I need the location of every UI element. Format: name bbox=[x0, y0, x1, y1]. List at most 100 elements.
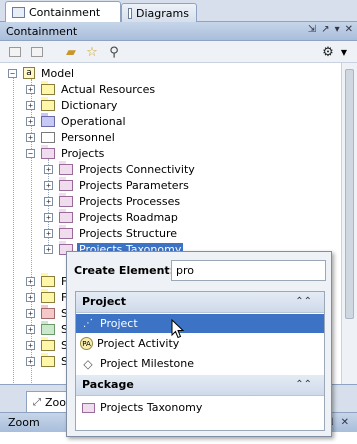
tab-bar: Containment Diagrams bbox=[0, 0, 357, 23]
tree-row-operational[interactable]: + Operational bbox=[26, 112, 128, 129]
package-icon bbox=[41, 320, 55, 335]
project-activity-icon: PA bbox=[80, 337, 93, 350]
star-icon[interactable]: ☆ bbox=[84, 44, 100, 60]
tree-label: Model bbox=[41, 66, 75, 80]
model-icon: a bbox=[23, 67, 35, 79]
milestone-icon: ◇ bbox=[83, 356, 93, 371]
tree-row-partial[interactable]: + S bbox=[26, 304, 70, 321]
expand-icon[interactable]: + bbox=[26, 100, 35, 110]
list-item-label: Projects Taxonomy bbox=[100, 401, 203, 414]
expand-icon[interactable]: + bbox=[44, 196, 53, 206]
section-header-project[interactable]: Project ⌃⌃ bbox=[76, 292, 324, 313]
tree-row-partial[interactable]: + S bbox=[26, 336, 70, 353]
tree-row-projects-processes[interactable]: + Projects Processes bbox=[44, 192, 182, 209]
create-element-input[interactable] bbox=[171, 260, 326, 281]
zoom-icon: ⤢ bbox=[33, 397, 41, 408]
package-icon bbox=[41, 336, 55, 351]
menu-icon[interactable]: ▾ bbox=[335, 24, 340, 35]
expand-icon[interactable]: + bbox=[44, 180, 53, 190]
expand-icon[interactable]: + bbox=[26, 308, 35, 318]
expand-icon[interactable]: + bbox=[44, 164, 53, 174]
panel-header: Containment ⇲ ↗ ▾ ✕ bbox=[0, 22, 357, 41]
tab-zoom-label: Zoo bbox=[45, 396, 66, 409]
expand-icon[interactable]: + bbox=[44, 228, 53, 238]
panel-title: Containment bbox=[6, 24, 78, 38]
expand-icon[interactable]: + bbox=[26, 276, 35, 286]
search-icon[interactable]: ⚲ bbox=[106, 44, 122, 60]
expand-icon[interactable]: + bbox=[26, 292, 35, 302]
expand-icon[interactable]: + bbox=[26, 84, 35, 94]
package-icon bbox=[41, 272, 55, 287]
package-icon bbox=[59, 160, 73, 175]
package-icon bbox=[59, 224, 73, 239]
create-element-popup: Create Element: Project ⌃⌃ ⋰ Project PA … bbox=[66, 251, 332, 437]
package-icon bbox=[41, 144, 55, 159]
tree-label: Actual Resources bbox=[61, 82, 156, 96]
tree-row-personnel[interactable]: + Personnel bbox=[26, 128, 117, 145]
expand-icon[interactable]: + bbox=[26, 132, 35, 142]
expand-icon[interactable]: + bbox=[26, 356, 35, 366]
tree-row-model[interactable]: − a Model bbox=[8, 65, 76, 81]
close-icon[interactable]: ✕ bbox=[341, 417, 349, 428]
tree-row-partial[interactable]: + S bbox=[26, 320, 70, 337]
expand-icon[interactable]: + bbox=[44, 244, 53, 254]
package-back-icon[interactable] bbox=[7, 44, 23, 60]
zoom-panel-title: Zoom bbox=[8, 416, 40, 429]
tree-row-projects-roadmap[interactable]: + Projects Roadmap bbox=[44, 208, 180, 225]
list-item-label: Project bbox=[100, 317, 138, 330]
list-item-label: Project Milestone bbox=[100, 357, 195, 370]
package-icon bbox=[41, 80, 55, 95]
expand-icon[interactable]: + bbox=[26, 340, 35, 350]
collapse-section-icon[interactable]: ⌃⌃ bbox=[295, 375, 312, 395]
tree-row-partial[interactable]: + F bbox=[26, 272, 69, 289]
list-item-project-activity[interactable]: PA Project Activity bbox=[76, 334, 324, 353]
gear-dropdown-icon[interactable]: ▼ bbox=[336, 44, 352, 60]
section-header-package[interactable]: Package ⌃⌃ bbox=[76, 375, 324, 396]
package-icon bbox=[59, 176, 73, 191]
collapse-icon[interactable]: − bbox=[26, 148, 35, 158]
tree-label: Projects Processes bbox=[79, 194, 181, 208]
tree-row-projects-connectivity[interactable]: + Projects Connectivity bbox=[44, 160, 197, 177]
tree-row-actual-resources[interactable]: + Actual Resources bbox=[26, 80, 157, 97]
tree-label: Projects bbox=[61, 146, 105, 160]
expand-icon[interactable]: + bbox=[26, 116, 35, 126]
folder-open-icon[interactable]: ▰ bbox=[63, 44, 79, 60]
tree-row-partial[interactable]: + S bbox=[26, 352, 70, 369]
tree-row-projects-structure[interactable]: + Projects Structure bbox=[44, 224, 179, 241]
package-icon bbox=[41, 128, 55, 143]
section-title: Project bbox=[82, 295, 127, 308]
package-icon bbox=[41, 112, 55, 127]
scrollbar-thumb[interactable] bbox=[345, 69, 354, 319]
package-forward-icon[interactable] bbox=[29, 44, 45, 60]
tab-containment-label: Containment bbox=[29, 6, 101, 19]
tree-row-dictionary[interactable]: + Dictionary bbox=[26, 96, 119, 113]
tree-row-projects-parameters[interactable]: + Projects Parameters bbox=[44, 176, 191, 193]
element-list[interactable]: Project ⌃⌃ ⋰ Project PA Project Activity… bbox=[75, 291, 325, 431]
tab-containment[interactable]: Containment bbox=[5, 1, 121, 23]
expand-icon[interactable]: + bbox=[26, 324, 35, 334]
tree-label: Projects Structure bbox=[79, 226, 178, 240]
collapse-section-icon[interactable]: ⌃⌃ bbox=[295, 292, 312, 312]
vertical-scrollbar[interactable] bbox=[342, 63, 357, 384]
project-icon: ⋰ bbox=[83, 318, 93, 329]
list-item-projects-taxonomy[interactable]: Projects Taxonomy bbox=[76, 398, 324, 417]
tree-row-partial[interactable]: + F bbox=[26, 288, 69, 305]
tab-diagrams[interactable]: Diagrams bbox=[121, 3, 197, 22]
collapse-icon[interactable]: − bbox=[8, 68, 17, 78]
list-item-label: Project Activity bbox=[97, 337, 180, 350]
tree-label: Personnel bbox=[61, 130, 115, 144]
gear-icon[interactable]: ⚙ bbox=[320, 44, 336, 60]
tab-diagrams-label: Diagrams bbox=[136, 6, 189, 20]
package-icon bbox=[59, 192, 73, 207]
package-icon bbox=[59, 208, 73, 223]
list-item-project[interactable]: ⋰ Project bbox=[76, 314, 324, 333]
package-icon bbox=[41, 288, 55, 303]
close-icon[interactable]: ✕ bbox=[345, 24, 353, 35]
tree-row-projects[interactable]: − Projects bbox=[26, 144, 106, 161]
list-item-project-milestone[interactable]: ◇ Project Milestone bbox=[76, 354, 324, 373]
expand-icon[interactable]: + bbox=[44, 212, 53, 222]
tree-label: Dictionary bbox=[61, 98, 118, 112]
float-icon[interactable]: ⇲ bbox=[308, 24, 316, 35]
maximize-icon[interactable]: ↗ bbox=[321, 24, 329, 35]
diagrams-icon bbox=[128, 7, 133, 19]
